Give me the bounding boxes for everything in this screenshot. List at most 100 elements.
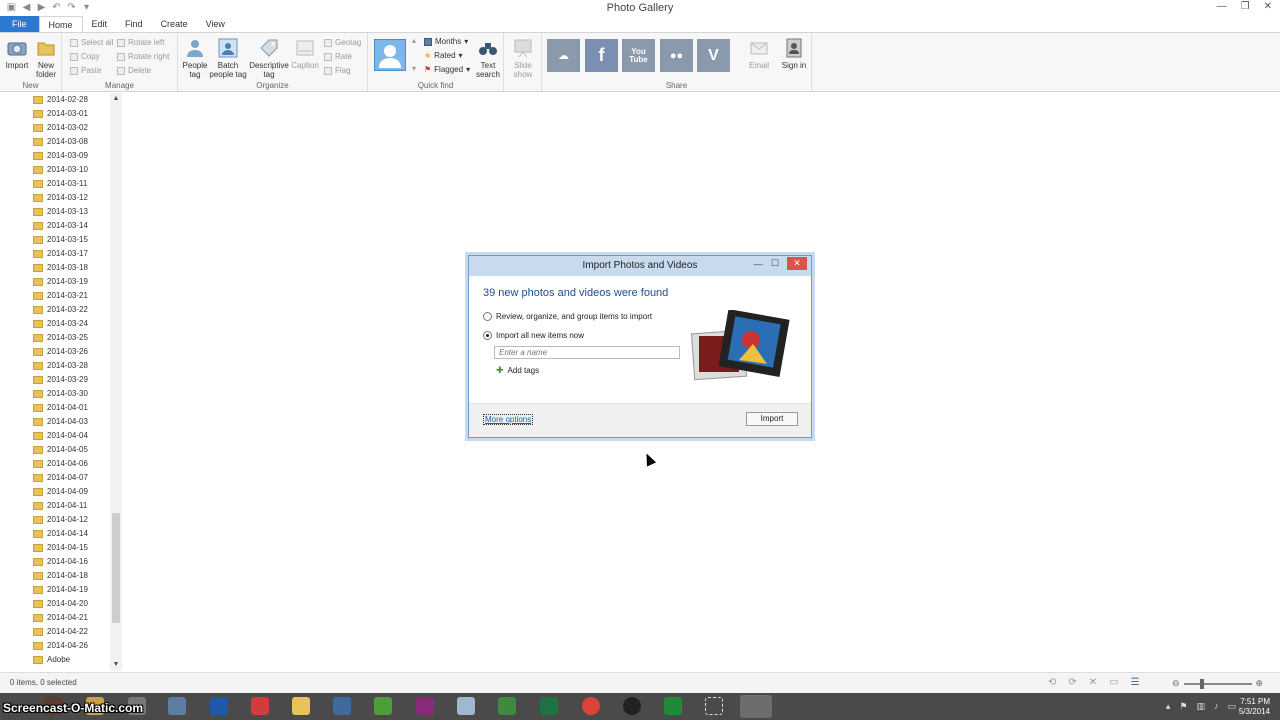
- flagged-button[interactable]: ⚑ Flagged ▾: [424, 64, 470, 76]
- taskbar-app-bird-icon[interactable]: [168, 697, 186, 715]
- folder-item[interactable]: 2014-03-25: [0, 331, 122, 345]
- folder-item[interactable]: Adobe: [0, 653, 122, 667]
- rotate-left-button[interactable]: Rotate left: [117, 37, 164, 49]
- taskbar-app-photo-gallery-icon[interactable]: [740, 695, 772, 718]
- taskbar-app-media-icon[interactable]: [416, 697, 434, 715]
- taskbar-app-paint-icon[interactable]: [333, 697, 351, 715]
- folder-item[interactable]: 2014-03-12: [0, 191, 122, 205]
- folder-item[interactable]: 2014-03-09: [0, 149, 122, 163]
- tray-flag-icon[interactable]: ⚑: [1179, 701, 1187, 712]
- new-folder-button[interactable]: New folder: [33, 37, 59, 79]
- tray-expand-icon[interactable]: ▴: [1166, 701, 1171, 712]
- rate-button[interactable]: Rate: [324, 51, 352, 63]
- review-option[interactable]: Review, organize, and group items to imp…: [483, 312, 652, 321]
- folder-item[interactable]: 2014-03-08: [0, 135, 122, 149]
- zoom-slider-knob[interactable]: [1199, 678, 1204, 689]
- taskbar-app-chrome-icon[interactable]: [582, 697, 600, 715]
- people-gallery-thumb[interactable]: [374, 39, 406, 71]
- taskbar-app-word-icon[interactable]: [210, 697, 228, 715]
- close-button[interactable]: ✕: [1264, 1, 1272, 12]
- batch-people-tag-button[interactable]: Batch people tag: [208, 37, 248, 79]
- folder-item[interactable]: 2014-04-15: [0, 541, 122, 555]
- import-all-option[interactable]: Import all new items now: [483, 331, 584, 340]
- months-button[interactable]: Months ▾: [424, 36, 468, 48]
- rotate-right-button[interactable]: Rotate right: [117, 51, 169, 63]
- folder-item[interactable]: 2014-04-05: [0, 443, 122, 457]
- caption-button[interactable]: Caption: [290, 37, 320, 70]
- onedrive-share-button[interactable]: ☁: [547, 39, 580, 72]
- taskbar-app-obs-icon[interactable]: [623, 697, 641, 715]
- folder-item[interactable]: 2014-03-26: [0, 345, 122, 359]
- taskbar-app-quicktime-icon[interactable]: [251, 697, 269, 715]
- folder-item[interactable]: 2014-03-30: [0, 387, 122, 401]
- people-tag-button[interactable]: People tag: [180, 37, 210, 79]
- folder-item[interactable]: 2014-03-11: [0, 177, 122, 191]
- folder-item[interactable]: 2014-03-22: [0, 303, 122, 317]
- tab-create[interactable]: Create: [152, 16, 197, 32]
- folder-item[interactable]: 2014-04-04: [0, 429, 122, 443]
- taskbar-app-notepad-icon[interactable]: [457, 697, 475, 715]
- taskbar-app-snipping-icon[interactable]: [705, 697, 723, 715]
- folder-item[interactable]: 2014-03-13: [0, 205, 122, 219]
- import-button[interactable]: Import: [4, 37, 30, 70]
- folder-item[interactable]: 2014-04-16: [0, 555, 122, 569]
- folder-item[interactable]: 2014-03-24: [0, 317, 122, 331]
- taskbar-app-excel-icon[interactable]: [540, 697, 558, 715]
- tab-view[interactable]: View: [197, 16, 234, 32]
- sign-in-button[interactable]: Sign in: [780, 37, 808, 70]
- import-all-radio[interactable]: [483, 331, 492, 340]
- folder-item[interactable]: 2014-03-18: [0, 261, 122, 275]
- tray-volume-icon[interactable]: ♪: [1214, 701, 1219, 712]
- folder-item[interactable]: 2014-04-06: [0, 457, 122, 471]
- folder-item[interactable]: 2014-03-15: [0, 233, 122, 247]
- more-options-link[interactable]: More options: [483, 414, 534, 425]
- folder-item[interactable]: 2014-04-20: [0, 597, 122, 611]
- folder-item[interactable]: 2014-03-02: [0, 121, 122, 135]
- zoom-out-icon[interactable]: ⊖: [1172, 678, 1180, 689]
- folder-item[interactable]: 2014-03-17: [0, 247, 122, 261]
- vimeo-share-button[interactable]: V: [697, 39, 730, 72]
- dialog-maximize-button[interactable]: ☐: [771, 258, 779, 269]
- folder-item[interactable]: 2014-03-19: [0, 275, 122, 289]
- folder-item[interactable]: 2014-02-28: [0, 93, 122, 107]
- folder-item[interactable]: 2014-04-01: [0, 401, 122, 415]
- review-radio[interactable]: [483, 312, 492, 321]
- name-input[interactable]: [494, 346, 680, 359]
- flag-button[interactable]: Flag: [324, 65, 351, 77]
- taskbar-clock[interactable]: 7:51 PM 5/3/2014: [1239, 697, 1270, 717]
- select-all-button[interactable]: Select all: [70, 37, 113, 49]
- folder-item[interactable]: 2014-04-12: [0, 513, 122, 527]
- import-confirm-button[interactable]: Import: [746, 412, 798, 426]
- rotate-right-status-icon[interactable]: ⟳: [1068, 677, 1076, 688]
- delete-button[interactable]: Delete: [117, 65, 151, 77]
- dialog-close-button[interactable]: ✕: [787, 257, 807, 270]
- minimize-button[interactable]: —: [1217, 1, 1227, 12]
- folder-item[interactable]: 2014-04-22: [0, 625, 122, 639]
- add-tags-link[interactable]: ✚ Add tags: [496, 365, 539, 376]
- gallery-scroll-up[interactable]: ▴: [412, 35, 416, 47]
- zoom-control[interactable]: ⊖ ⊕: [1172, 678, 1263, 689]
- descriptive-tag-button[interactable]: Descriptive tag: [248, 37, 290, 79]
- zoom-slider[interactable]: [1183, 678, 1252, 689]
- folder-tree-scrollbar[interactable]: ▲ ▼: [110, 93, 122, 671]
- rotate-left-status-icon[interactable]: ⟲: [1048, 677, 1056, 688]
- taskbar-app-file-explorer-icon[interactable]: [292, 697, 310, 715]
- folder-item[interactable]: 2014-04-19: [0, 583, 122, 597]
- flickr-share-button[interactable]: ●●: [660, 39, 693, 72]
- folder-item[interactable]: 2014-03-29: [0, 373, 122, 387]
- folder-item[interactable]: 2014-04-18: [0, 569, 122, 583]
- folder-item[interactable]: 2014-04-09: [0, 485, 122, 499]
- taskbar-app-publisher-icon[interactable]: [498, 697, 516, 715]
- facebook-share-button[interactable]: f: [585, 39, 618, 72]
- folder-item[interactable]: 2014-03-28: [0, 359, 122, 373]
- tab-edit[interactable]: Edit: [83, 16, 117, 32]
- slideshow-button[interactable]: Slide show: [508, 37, 538, 79]
- folder-item[interactable]: 2014-04-26: [0, 639, 122, 653]
- dialog-minimize-button[interactable]: —: [754, 259, 763, 269]
- scroll-up-icon[interactable]: ▲: [110, 93, 122, 105]
- scrollbar-thumb[interactable]: [112, 513, 120, 623]
- text-search-button[interactable]: Text search: [474, 37, 502, 79]
- tab-find[interactable]: Find: [116, 16, 152, 32]
- zoom-in-icon[interactable]: ⊕: [1256, 678, 1264, 689]
- scroll-down-icon[interactable]: ▼: [110, 659, 122, 671]
